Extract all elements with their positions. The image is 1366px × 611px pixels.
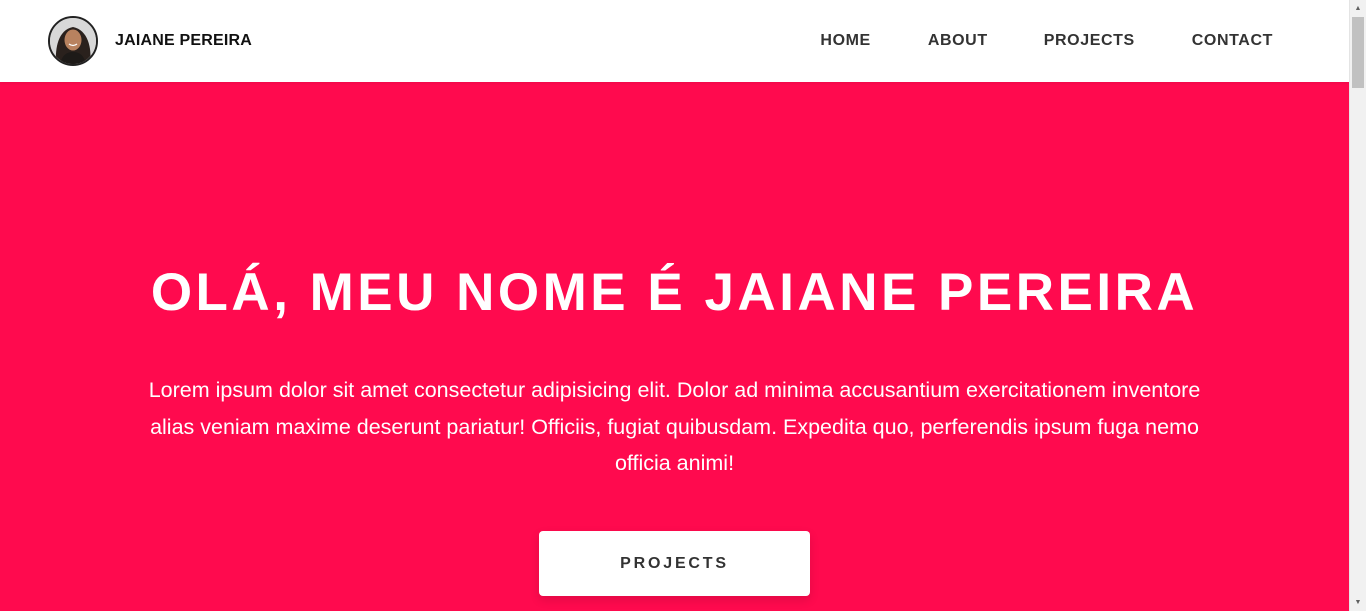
main-nav: HOME ABOUT PROJECTS CONTACT xyxy=(820,0,1349,82)
site-header: JAIANE PEREIRA HOME ABOUT PROJECTS CONTA… xyxy=(0,0,1349,82)
nav-projects-link[interactable]: PROJECTS xyxy=(1044,32,1135,50)
hero-description: Lorem ipsum dolor sit amet consectetur a… xyxy=(148,378,1201,475)
scrollbar-thumb[interactable] xyxy=(1352,17,1364,88)
arrow-down-icon[interactable]: ▼ xyxy=(1350,594,1366,611)
avatar xyxy=(48,16,98,66)
nav-contact-link[interactable]: CONTACT xyxy=(1192,32,1273,50)
hero-title: OLÁ, MEU NOME É JAIANE PEREIRA xyxy=(150,263,1199,322)
profile-photo-icon xyxy=(50,18,96,64)
hero-section: OLÁ, MEU NOME É JAIANE PEREIRA Lorem ips… xyxy=(0,82,1349,611)
projects-button[interactable]: PROJECTS xyxy=(539,531,810,596)
brand-name: JAIANE PEREIRA xyxy=(115,32,253,49)
vertical-scrollbar[interactable]: ▲ ▼ xyxy=(1349,0,1366,611)
browser-viewport: JAIANE PEREIRA HOME ABOUT PROJECTS CONTA… xyxy=(0,0,1366,611)
arrow-up-icon[interactable]: ▲ xyxy=(1350,0,1366,17)
nav-home-link[interactable]: HOME xyxy=(820,32,870,50)
page: JAIANE PEREIRA HOME ABOUT PROJECTS CONTA… xyxy=(0,0,1349,611)
nav-about-link[interactable]: ABOUT xyxy=(928,32,988,50)
brand-link[interactable]: JAIANE PEREIRA xyxy=(48,15,252,67)
